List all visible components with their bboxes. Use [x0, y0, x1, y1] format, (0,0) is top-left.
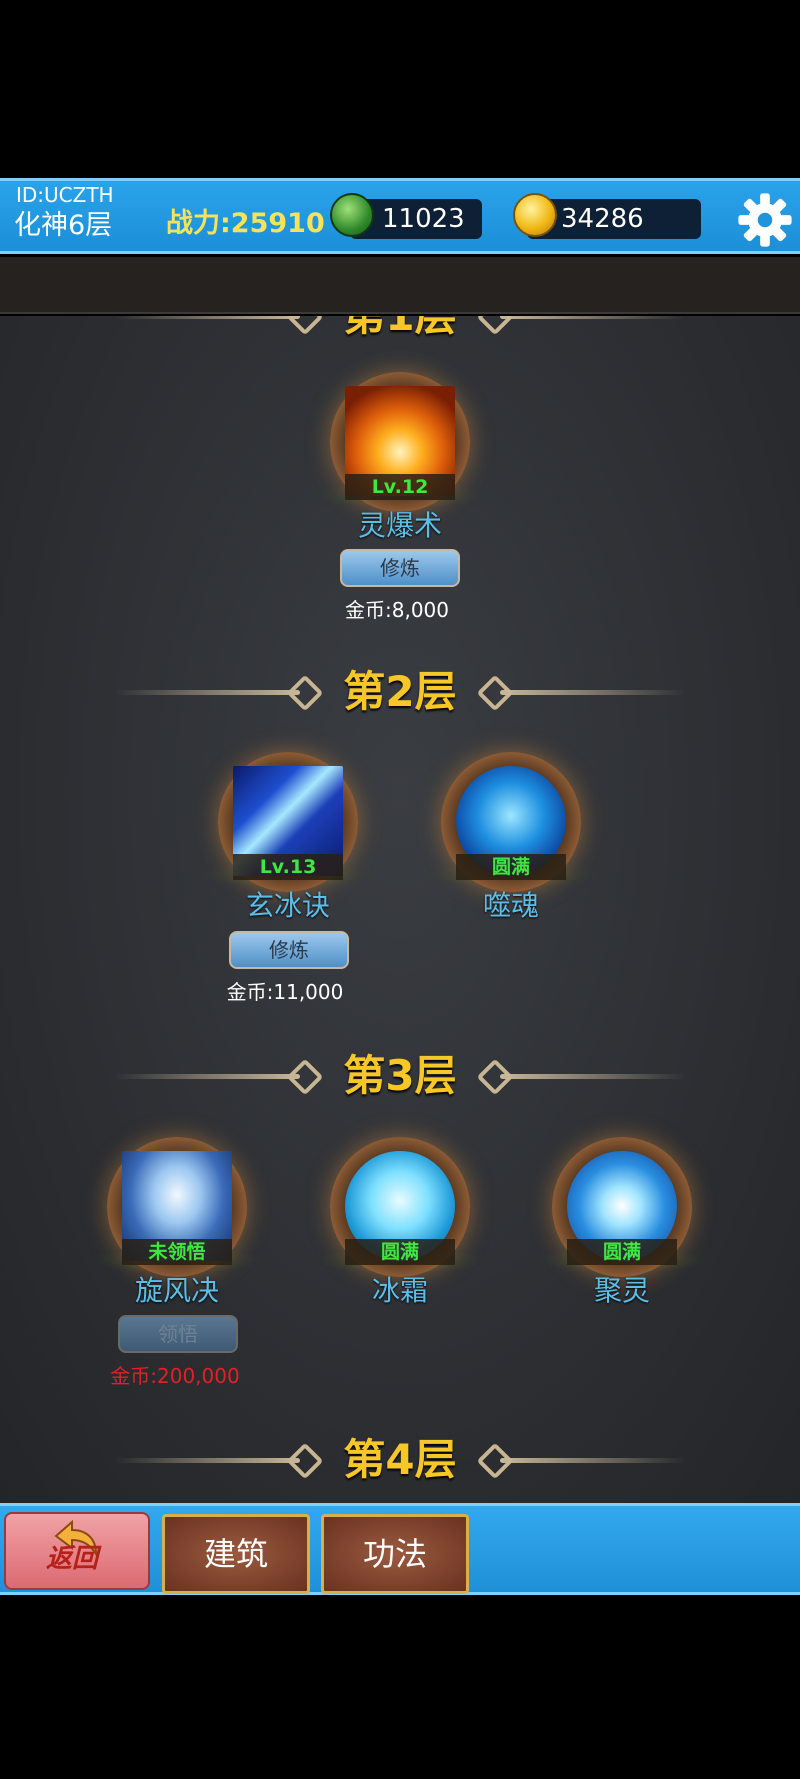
skill-name: 旋风决: [134, 1274, 219, 1307]
skill-level-badge: Lv.13: [233, 854, 343, 880]
skill-level-badge: 圆满: [345, 1239, 455, 1265]
skill-level-badge: Lv.12: [345, 474, 455, 500]
layer-divider: 第3层: [0, 1046, 800, 1106]
train-button[interactable]: 修炼: [229, 931, 349, 969]
tab-techniques[interactable]: 功法: [321, 1514, 469, 1594]
gold-ingot-icon: [513, 193, 557, 237]
back-label: 返回: [46, 1544, 99, 1574]
skill-card[interactable]: 圆满 噬魂: [411, 744, 611, 944]
combat-power: 战力:25910: [166, 208, 325, 239]
sub-header-strip: [0, 257, 800, 314]
skill-name: 灵爆术: [357, 509, 442, 542]
train-button[interactable]: 修炼: [340, 549, 460, 587]
skill-cost: 金币:200,000: [110, 1364, 240, 1388]
skill-level-badge: 圆满: [456, 854, 566, 880]
layer-title: 第3层: [343, 1051, 457, 1100]
skill-name: 聚灵: [593, 1274, 650, 1307]
skill-card[interactable]: 未领悟 旋风决: [77, 1129, 277, 1329]
tab-buildings[interactable]: 建筑: [162, 1514, 310, 1594]
skill-cost: 金币:8,000: [345, 598, 449, 622]
skill-tree-panel[interactable]: 第1层 Lv.12 灵爆术 修炼 金币:8,000 第2层 Lv.13 玄冰诀 …: [0, 316, 800, 1503]
gear-icon[interactable]: [736, 191, 794, 249]
layer-divider: 第4层: [0, 1430, 800, 1490]
bottom-nav-bar: 返回 建筑 功法: [0, 1503, 800, 1595]
comprehend-button[interactable]: 领悟: [118, 1315, 238, 1353]
layer-divider: 第2层: [0, 662, 800, 722]
skill-name: 噬魂: [482, 889, 539, 922]
skill-level-badge: 圆满: [567, 1239, 677, 1265]
jade-amount: 11023: [382, 204, 465, 234]
layer-divider: 第1层: [0, 316, 800, 346]
skill-card[interactable]: Lv.13 玄冰诀: [188, 744, 388, 944]
cultivation-realm: 化神6层: [14, 210, 113, 241]
skill-name: 玄冰诀: [245, 889, 330, 922]
gold-amount: 34286: [561, 204, 644, 234]
layer-title: 第1层: [300, 316, 500, 346]
layer-title: 第2层: [343, 667, 457, 716]
skill-cost: 金币:11,000: [226, 980, 344, 1004]
skill-level-badge: 未领悟: [122, 1239, 232, 1265]
skill-card[interactable]: 圆满 聚灵: [522, 1129, 722, 1329]
jade-coin-icon: [330, 193, 374, 237]
top-status-bar: ID:UCZTH 化神6层 战力:25910 11023 34286: [0, 178, 800, 254]
skill-card[interactable]: 圆满 冰霜: [300, 1129, 500, 1329]
back-button[interactable]: 返回: [4, 1512, 150, 1590]
layer-title: 第4层: [343, 1435, 457, 1484]
skill-card[interactable]: Lv.12 灵爆术: [300, 364, 500, 564]
skill-name: 冰霜: [371, 1274, 428, 1307]
